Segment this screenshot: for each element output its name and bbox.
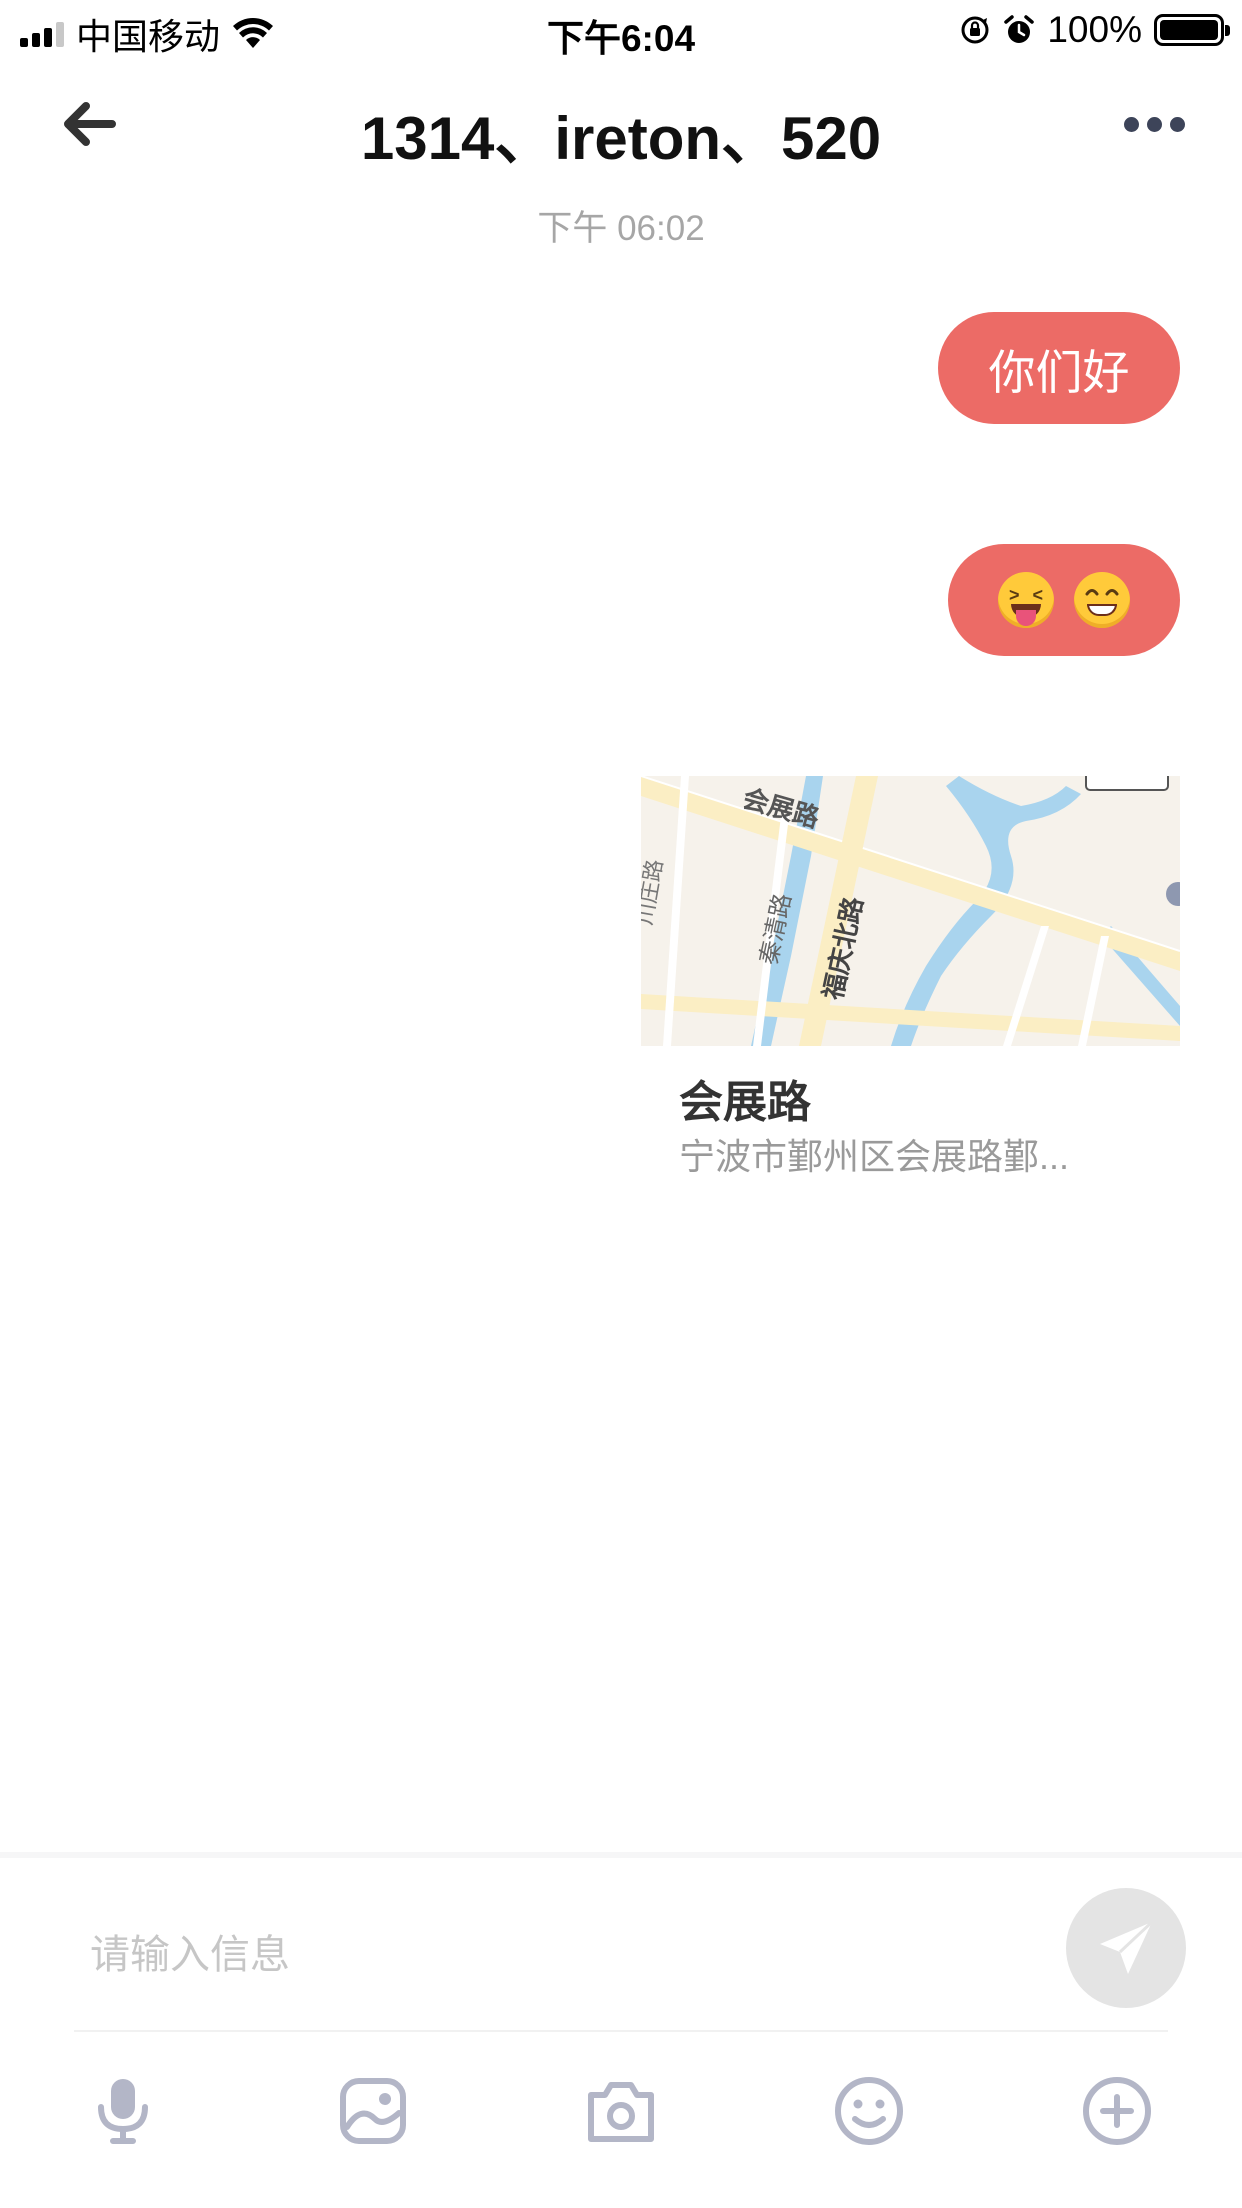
ellipsis-icon-dot: [1169, 116, 1185, 132]
emoji-icon: [835, 2077, 903, 2145]
composer-toolbar: [0, 2058, 1242, 2178]
battery-percent: 100%: [1047, 9, 1142, 50]
more-button[interactable]: [1116, 98, 1192, 150]
message-input[interactable]: [88, 1914, 992, 1996]
location-address: 宁波市鄞州区会展路鄞...: [679, 1136, 1070, 1177]
camera-button[interactable]: [576, 2066, 666, 2156]
message-text: 你们好: [988, 345, 1130, 399]
map-preview[interactable]: 会展路 秦清路 福庆北路 川庄路: [641, 776, 1180, 1046]
camera-icon: [588, 2082, 654, 2142]
voice-button[interactable]: [78, 2066, 168, 2156]
nav-bar: 1314、ireton、520: [0, 62, 1242, 182]
message-bubble-emoji[interactable]: > <: [948, 544, 1180, 656]
plus-circle-icon: [1083, 2077, 1151, 2145]
paper-plane-icon: [1100, 1920, 1154, 1974]
composer: [0, 1852, 1242, 2208]
alarm-icon: [1004, 15, 1035, 43]
emoji-button[interactable]: [824, 2066, 914, 2156]
message-timestamp: 下午 06:02: [537, 209, 705, 248]
more-actions-button[interactable]: [1072, 2066, 1162, 2156]
squinting-face-with-tongue-icon: > <: [998, 572, 1054, 628]
message-bubble-text[interactable]: 你们好: [938, 312, 1180, 424]
location-card[interactable]: 会展路 秦清路 福庆北路 川庄路 会展路 宁波市鄞州区会展路鄞...: [641, 776, 1180, 1186]
send-button[interactable]: [1066, 1888, 1186, 2008]
beaming-face-with-smiling-eyes-icon: [1074, 572, 1130, 628]
rotation-lock-icon: [961, 16, 989, 44]
ellipsis-icon-dot: [1146, 116, 1162, 132]
battery-fill: [1160, 20, 1218, 40]
image-icon: [340, 2078, 406, 2144]
divider: [74, 2030, 1168, 2032]
battery-icon: [1154, 14, 1230, 46]
ellipsis-icon-dot: [1123, 116, 1139, 132]
image-button[interactable]: [328, 2066, 418, 2156]
page-title: 1314、ireton、520: [360, 105, 882, 172]
status-right: 100%: [959, 9, 1230, 51]
location-title: 会展路: [679, 1078, 811, 1127]
status-bar: 中国移动 下午6:04 100%: [0, 0, 1242, 62]
microphone-icon: [98, 2079, 148, 2144]
